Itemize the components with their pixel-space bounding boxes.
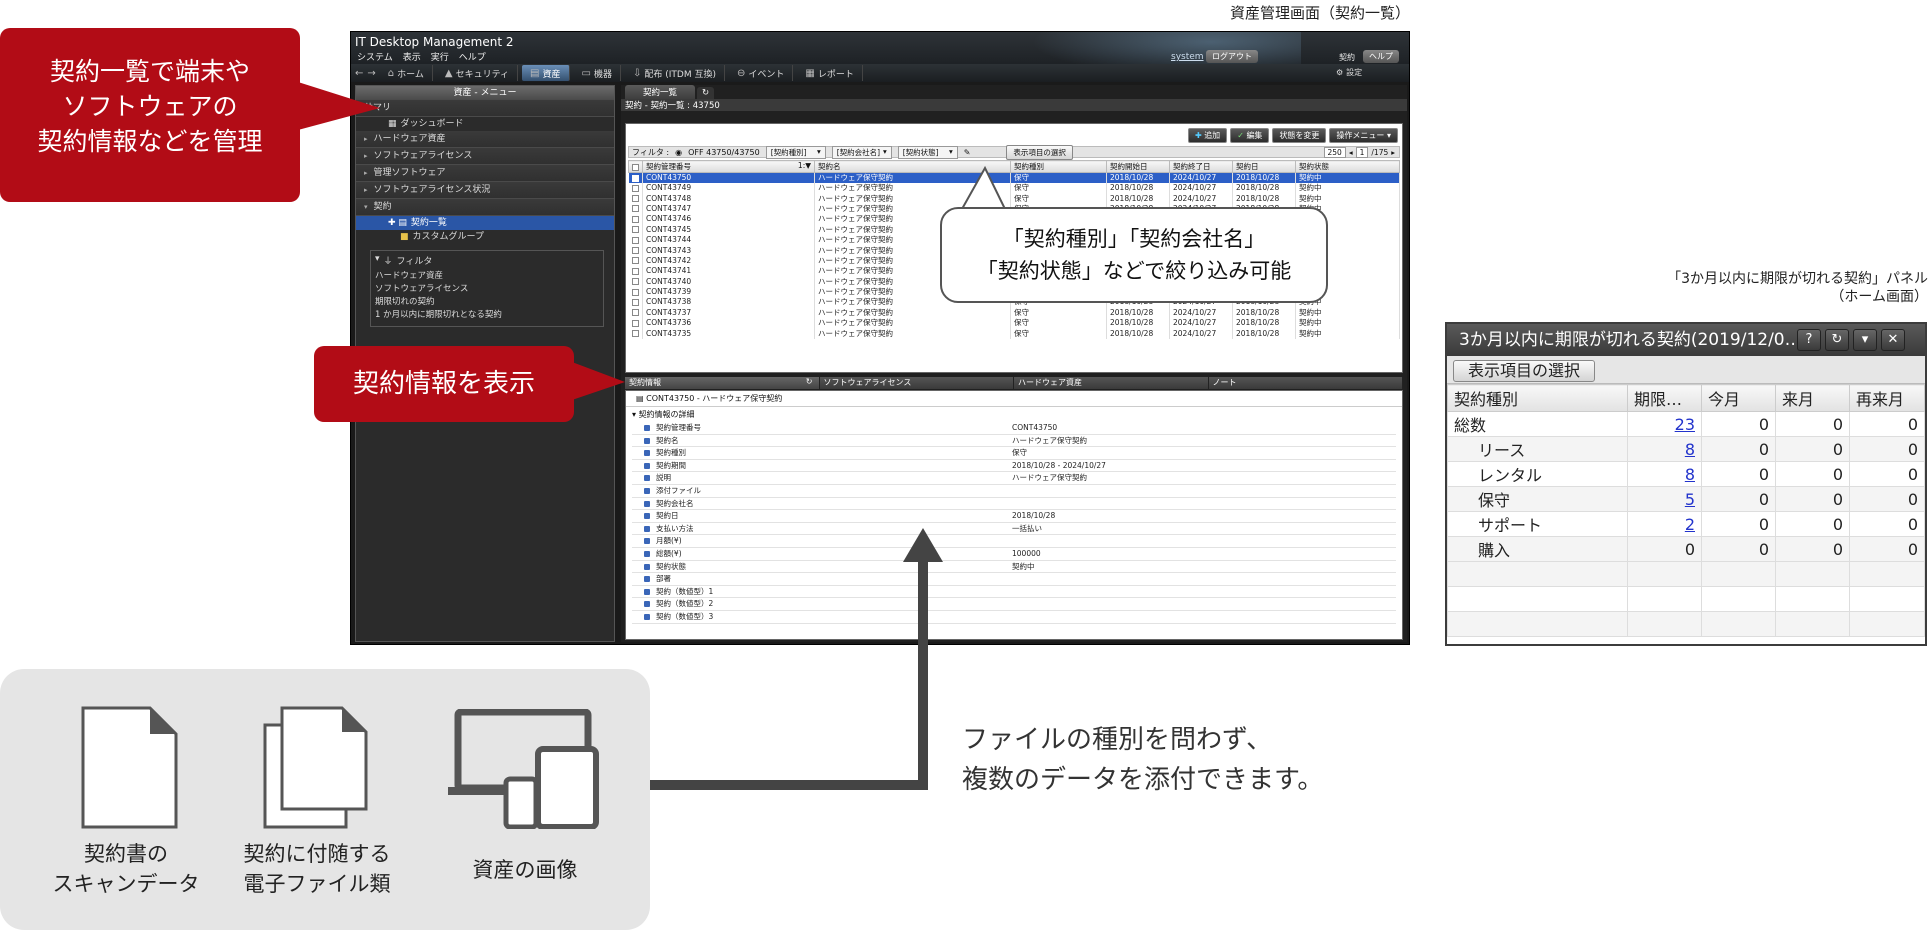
attach-arrow-head	[903, 528, 943, 562]
count-cell: 0	[1701, 536, 1776, 562]
type-cell: 購入	[1447, 536, 1628, 562]
attach-description: ファイルの種別を問わず、 複数のデータを添付できます。	[962, 725, 1324, 795]
count-cell: 0	[1849, 436, 1925, 462]
expired-count-link[interactable]: 23	[1675, 415, 1695, 434]
type-cell: リース	[1447, 436, 1628, 462]
callout-filter-text: 「契約種別」「契約会社名」 「契約状態」などで絞り込み可能	[976, 227, 1292, 283]
display-items-button[interactable]: 表示項目の選択	[1453, 360, 1596, 382]
type-cell: 総数	[1447, 411, 1628, 437]
count-cell: 0	[1849, 461, 1925, 487]
help-icon[interactable]: ?	[1797, 329, 1821, 351]
close-icon[interactable]: ✕	[1881, 329, 1905, 351]
document-icon	[81, 706, 178, 829]
documents-icon	[263, 706, 368, 829]
col-this-month[interactable]: 今月	[1701, 384, 1776, 412]
empty-row	[1447, 586, 1925, 612]
panel-title: 3か月以内に期限が切れる契約(2019/12/0… ? ↻ ▾ ✕	[1447, 324, 1925, 356]
callout-show: 契約情報を表示	[314, 346, 574, 422]
count-cell: 0	[1849, 511, 1925, 537]
callout-filter: 「契約種別」「契約会社名」 「契約状態」などで絞り込み可能	[940, 207, 1328, 303]
expired-count-link[interactable]: 8	[1685, 440, 1695, 459]
refresh-icon[interactable]: ↻	[1825, 329, 1849, 351]
expired-count-link[interactable]: 8	[1685, 465, 1695, 484]
expiring-contracts-panel: 3か月以内に期限が切れる契約(2019/12/0… ? ↻ ▾ ✕ 表示項目の選…	[1445, 322, 1927, 646]
count-cell: 0	[1849, 411, 1925, 437]
attachment-types-panel: 契約書の スキャンデータ 契約に付随する 電子ファイル類 資産の画像	[0, 669, 650, 930]
devices-icon	[448, 709, 599, 829]
col-next-month[interactable]: 来月	[1775, 384, 1850, 412]
col-expired[interactable]: 期限…	[1627, 384, 1702, 412]
type-cell: サポート	[1447, 511, 1628, 537]
type-cell: レンタル	[1447, 461, 1628, 487]
home-panel-caption: 「3か月以内に期限が切れる契約」パネル （ホーム画面）	[1667, 271, 1928, 305]
count-cell: 0	[1775, 461, 1850, 487]
expired-cell[interactable]: 8	[1627, 436, 1702, 462]
expired-cell[interactable]: 2	[1627, 511, 1702, 537]
count-cell: 0	[1701, 511, 1776, 537]
callout-manage-pointer	[298, 82, 380, 130]
callout-manage-text: 契約一覧で端末や ソフトウェアの 契約情報などを管理	[37, 57, 263, 156]
count-cell: 0	[1775, 486, 1850, 512]
expired-cell: 0	[1627, 536, 1702, 562]
count-cell: 0	[1701, 411, 1776, 437]
col-type[interactable]: 契約種別	[1447, 384, 1628, 412]
count-cell: 0	[1701, 486, 1776, 512]
panel-toolbar: 表示項目の選択	[1447, 356, 1925, 384]
table-row: 購入 0 0 0 0	[1447, 536, 1925, 562]
table-row: 保守 5 0 0 0	[1447, 486, 1925, 512]
col-month-after[interactable]: 再来月	[1849, 384, 1925, 412]
expired-count-link[interactable]: 2	[1685, 515, 1695, 534]
table-row: 総数 23 0 0 0	[1447, 411, 1925, 437]
expired-cell[interactable]: 23	[1627, 411, 1702, 437]
file-type-label: 資産の画像	[472, 858, 578, 882]
count-cell: 0	[1701, 436, 1776, 462]
count-cell: 0	[1849, 486, 1925, 512]
table-row: サポート 2 0 0 0	[1447, 511, 1925, 537]
callout-filter-pointer	[960, 165, 1007, 210]
attach-arrow-line	[650, 560, 928, 790]
count-cell: 0	[1701, 461, 1776, 487]
count-cell: 0	[1775, 436, 1850, 462]
table-row: リース 8 0 0 0	[1447, 436, 1925, 462]
callout-show-pointer	[572, 362, 625, 400]
expiring-table: 契約種別 期限… 今月 来月 再来月 総数 23 0 0 0 リース 8 0 0 0 レンタル 8 0 0…	[1447, 384, 1925, 637]
count-cell: 0	[1775, 536, 1850, 562]
expired-cell[interactable]: 8	[1627, 461, 1702, 487]
table-header: 契約種別 期限… 今月 来月 再来月	[1447, 384, 1925, 412]
callout-manage: 契約一覧で端末や ソフトウェアの 契約情報などを管理	[0, 28, 300, 202]
count-cell: 0	[1775, 411, 1850, 437]
chevron-down-icon[interactable]: ▾	[1853, 329, 1877, 351]
table-row: レンタル 8 0 0 0	[1447, 461, 1925, 487]
file-type-label: 契約書の スキャンデータ	[52, 842, 200, 896]
expired-count-link[interactable]: 5	[1685, 490, 1695, 509]
empty-row	[1447, 611, 1925, 637]
expired-cell[interactable]: 5	[1627, 486, 1702, 512]
expiring-table-body: 総数 23 0 0 0 リース 8 0 0 0 レンタル 8 0 0 0 保守 5 0 0 0 サポート 2 0 0 0 購入 0 0…	[1447, 411, 1925, 637]
type-cell: 保守	[1447, 486, 1628, 512]
count-cell: 0	[1775, 511, 1850, 537]
count-cell: 0	[1849, 536, 1925, 562]
empty-row	[1447, 561, 1925, 587]
file-type-label: 契約に付随する 電子ファイル類	[243, 842, 391, 896]
